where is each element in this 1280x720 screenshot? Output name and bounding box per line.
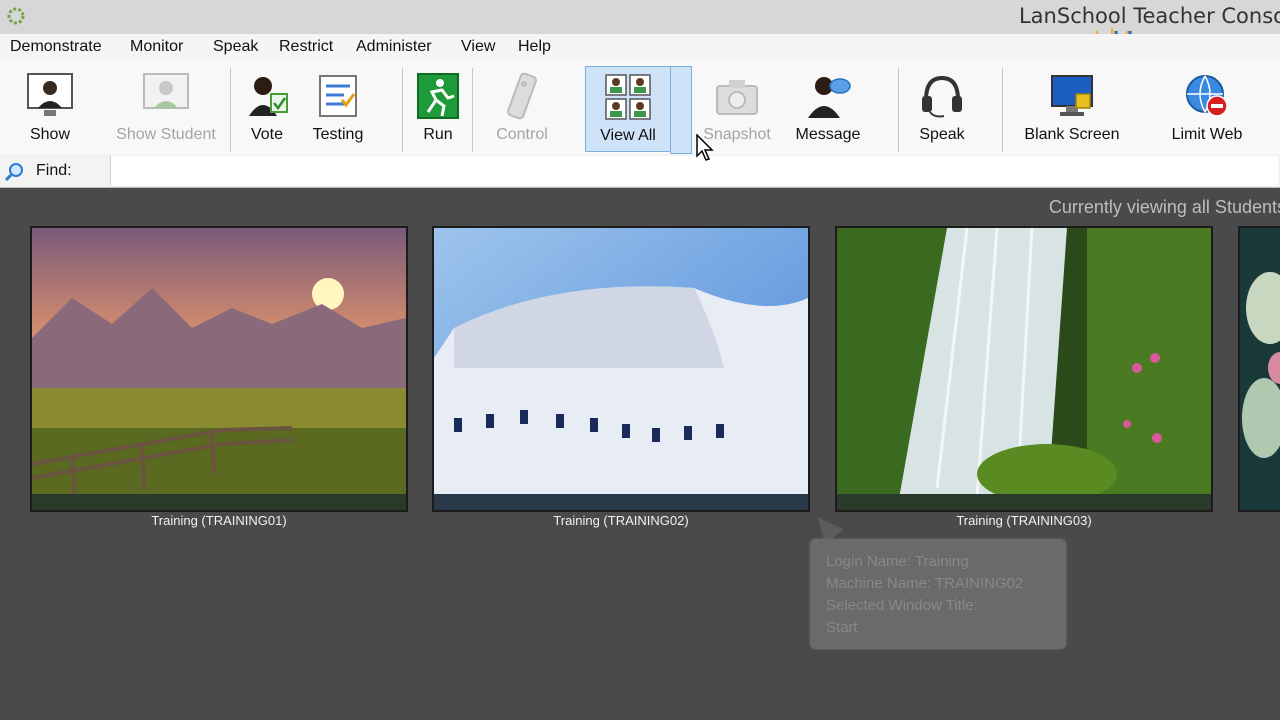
testing-label: Testing [312, 126, 364, 143]
run-icon [417, 73, 459, 119]
tooltip-machine-name: Machine Name: TRAINING02 [826, 575, 1024, 592]
run-label: Run [423, 126, 453, 143]
limit-web-label: Limit Web [1171, 126, 1243, 143]
control-label: Control [496, 126, 548, 143]
speak-label: Speak [919, 126, 965, 143]
toolbar-separator [472, 68, 473, 152]
testing-icon [319, 75, 357, 117]
globe-block-icon [1186, 75, 1228, 117]
student-name-label: Training (TRAINING03) [956, 513, 1092, 528]
show-student-button[interactable]: Show Student [108, 66, 224, 152]
student-screen-preview [837, 228, 1211, 510]
thumbnail-grid-icon [605, 74, 651, 120]
menu-help[interactable]: Help [518, 38, 551, 56]
menu-administer[interactable]: Administer [356, 38, 432, 56]
vote-button[interactable]: Vote [236, 66, 298, 152]
toolbar-separator [230, 68, 231, 152]
show-button[interactable]: Show [12, 66, 88, 152]
headset-icon [922, 75, 962, 118]
toolbar-separator [402, 68, 403, 152]
blank-screen-icon [1051, 75, 1093, 116]
show-student-label: Show Student [116, 126, 216, 143]
show-student-icon [143, 73, 189, 109]
toolbar: Show Show Student Vote Testing Run Contr… [0, 62, 1280, 171]
tooltip-window-title-label: Selected Window Title: [826, 597, 978, 614]
find-bar: Find: [0, 154, 1280, 188]
find-input[interactable] [110, 156, 1278, 186]
tooltip-login-name: Login Name: Training [826, 553, 969, 570]
message-button[interactable]: Message [790, 66, 866, 152]
student-thumbnail[interactable] [432, 226, 810, 512]
menu-bar: Demonstrate Monitor Speak Restrict Admin… [0, 34, 1280, 62]
menu-speak[interactable]: Speak [213, 38, 258, 56]
message-label: Message [795, 126, 861, 143]
view-all-label: View All [600, 127, 656, 144]
toolbar-separator [898, 68, 899, 152]
viewing-status: Currently viewing all Students [1048, 197, 1280, 217]
limit-web-button[interactable]: Limit Web [1162, 66, 1252, 152]
menu-view[interactable]: View [461, 38, 495, 56]
tooltip-window-title-value: Start [826, 619, 858, 636]
student-thumbnail[interactable] [835, 226, 1213, 512]
vote-label: Vote [250, 126, 284, 143]
student-name-label: Training (TRAINING01) [151, 513, 287, 528]
student-info-tooltip: Login Name: Training Machine Name: TRAIN… [810, 539, 1066, 649]
student-name-label: Training (TRAINING02) [553, 513, 689, 528]
speak-button[interactable]: Speak [910, 66, 974, 152]
vote-icon [249, 77, 288, 116]
menu-monitor[interactable]: Monitor [130, 38, 183, 56]
run-button[interactable]: Run [410, 66, 466, 152]
testing-button[interactable]: Testing [306, 66, 370, 152]
message-icon [808, 77, 851, 118]
find-label: Find: [36, 162, 72, 179]
camera-icon [716, 80, 758, 115]
menu-demonstrate[interactable]: Demonstrate [10, 38, 102, 56]
view-all-dropdown-box[interactable] [670, 66, 692, 154]
view-all-button[interactable]: View All [585, 66, 671, 152]
student-screen-preview [434, 228, 808, 510]
menu-restrict[interactable]: Restrict [279, 38, 333, 56]
remote-control-icon [507, 72, 537, 120]
student-thumbnail[interactable] [30, 226, 408, 512]
student-screen-preview [1240, 228, 1280, 510]
mouse-cursor-icon [696, 134, 714, 161]
student-view-area: Currently viewing all Students Training … [0, 188, 1280, 720]
show-label: Show [29, 126, 71, 143]
toolbar-separator [1002, 68, 1003, 152]
search-icon [4, 163, 23, 182]
student-thumbnail[interactable] [1238, 226, 1280, 512]
student-screen-preview [32, 228, 406, 510]
blank-screen-label: Blank Screen [1024, 126, 1120, 143]
blank-screen-button[interactable]: Blank Screen [1018, 66, 1126, 152]
presenter-icon [27, 73, 73, 116]
control-button[interactable]: Control [484, 66, 560, 152]
app-icon [7, 7, 25, 25]
